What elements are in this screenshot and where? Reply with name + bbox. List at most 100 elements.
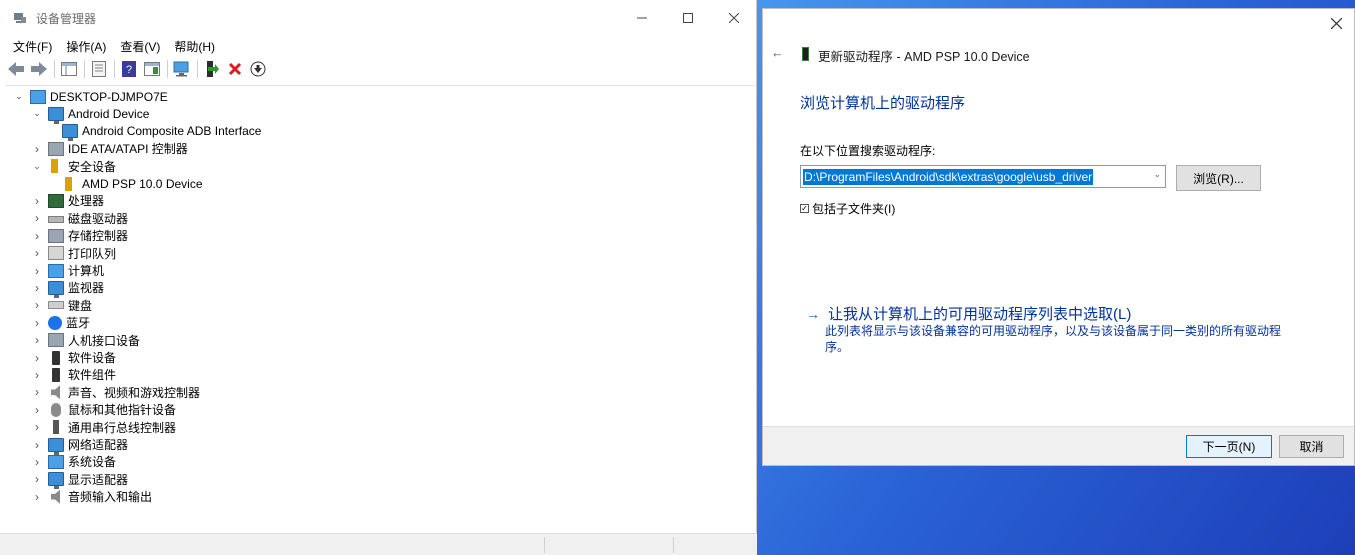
include-subfolders-option[interactable]: ✓ 包括子文件夹(I) xyxy=(800,200,895,217)
chevron-right-icon[interactable]: › xyxy=(32,211,42,225)
tree-item-label[interactable]: 软件组件 xyxy=(68,366,116,383)
chevron-right-icon[interactable]: › xyxy=(32,229,42,243)
tree-item-label[interactable]: 磁盘驱动器 xyxy=(68,210,128,227)
tree-item[interactable]: › 磁盘驱动器 xyxy=(32,210,128,227)
tree-item[interactable]: › 音频输入和输出 xyxy=(32,488,152,505)
tree-item-label[interactable]: 计算机 xyxy=(68,262,104,279)
chevron-right-icon[interactable]: › xyxy=(32,420,42,434)
tree-item-label[interactable]: IDE ATA/ATAPI 控制器 xyxy=(68,140,188,157)
tree-item-label[interactable]: 显示适配器 xyxy=(68,471,128,488)
tree-item[interactable]: › 蓝牙 xyxy=(32,314,90,331)
tree-item-label[interactable]: DESKTOP-DJMPO7E xyxy=(50,90,168,104)
pick-from-list-label[interactable]: 让我从计算机上的可用驱动程序列表中选取(L) xyxy=(828,303,1131,324)
maximize-button[interactable] xyxy=(665,0,711,36)
menu-action[interactable]: 操作(A) xyxy=(59,38,113,55)
action-pane-button[interactable] xyxy=(142,59,162,79)
tree-item[interactable]: › 处理器 xyxy=(32,192,104,209)
uninstall-device-icon[interactable] xyxy=(225,59,245,79)
tree-item-label[interactable]: 人机接口设备 xyxy=(68,332,140,349)
browse-button[interactable]: 浏览(R)... xyxy=(1176,165,1261,191)
tree-item-label[interactable]: 监视器 xyxy=(68,279,104,296)
tree-item[interactable]: › 打印队列 xyxy=(32,245,116,262)
pick-from-list-link[interactable]: → 让我从计算机上的可用驱动程序列表中选取(L) xyxy=(806,303,1131,324)
tree-item-label[interactable]: 打印队列 xyxy=(68,245,116,262)
tree-item[interactable]: › 人机接口设备 xyxy=(32,332,140,349)
tree-item[interactable]: ⌄ DESKTOP-DJMPO7E xyxy=(14,88,168,105)
chevron-right-icon[interactable]: › xyxy=(32,298,42,312)
tree-item[interactable]: › 计算机 xyxy=(32,262,104,279)
back-button[interactable] xyxy=(6,59,26,79)
tree-item-label[interactable]: 存储控制器 xyxy=(68,227,128,244)
tree-item[interactable]: › IDE ATA/ATAPI 控制器 xyxy=(32,140,188,157)
tree-item[interactable]: › 监视器 xyxy=(32,279,104,298)
menu-view[interactable]: 查看(V) xyxy=(113,38,167,55)
chevron-right-icon[interactable]: › xyxy=(32,142,42,156)
back-arrow-icon[interactable]: ← xyxy=(771,45,784,60)
tree-item[interactable]: › 软件组件 xyxy=(32,366,116,383)
dialog-close-button[interactable] xyxy=(1324,11,1348,35)
tree-item-label[interactable]: 音频输入和输出 xyxy=(68,488,152,505)
tree-item-label[interactable]: 软件设备 xyxy=(68,349,116,366)
tree-item-label[interactable]: 处理器 xyxy=(68,192,104,209)
tree-item[interactable]: AMD PSP 10.0 Device xyxy=(62,175,203,192)
chevron-right-icon[interactable]: › xyxy=(32,490,42,504)
close-button[interactable] xyxy=(711,0,757,36)
chevron-right-icon[interactable]: › xyxy=(32,316,42,330)
update-driver-icon[interactable] xyxy=(202,59,222,79)
include-subfolders-checkbox[interactable]: ✓ xyxy=(800,204,809,213)
tree-item[interactable]: › 鼠标和其他指针设备 xyxy=(32,401,176,418)
tree-item-label[interactable]: 通用串行总线控制器 xyxy=(68,419,176,436)
tree-item-label[interactable]: 蓝牙 xyxy=(66,314,90,331)
chevron-right-icon[interactable]: › xyxy=(32,403,42,417)
tree-item[interactable]: › 存储控制器 xyxy=(32,227,128,244)
chevron-right-icon[interactable]: › xyxy=(32,333,42,347)
tree-item[interactable]: › 网络适配器 xyxy=(32,436,128,455)
tree-item-label[interactable]: 键盘 xyxy=(68,297,92,314)
chevron-right-icon[interactable]: › xyxy=(32,264,42,278)
driver-path-value[interactable]: D:\ProgramFiles\Android\sdk\extras\googl… xyxy=(803,168,1094,185)
forward-button[interactable] xyxy=(29,59,49,79)
tree-item[interactable]: › 声音、视频和游戏控制器 xyxy=(32,384,200,401)
cancel-button[interactable]: 取消 xyxy=(1279,435,1344,458)
tree-item[interactable]: › 键盘 xyxy=(32,297,92,314)
tree-item[interactable]: Android Composite ADB Interface xyxy=(62,123,261,142)
chevron-right-icon[interactable]: › xyxy=(32,246,42,260)
tree-item-label[interactable]: 鼠标和其他指针设备 xyxy=(68,401,176,418)
show-hide-console-tree-button[interactable] xyxy=(59,59,79,79)
chevron-right-icon[interactable]: › xyxy=(32,455,42,469)
tree-item-label[interactable]: AMD PSP 10.0 Device xyxy=(82,177,203,191)
title-bar[interactable]: 设备管理器 xyxy=(0,0,757,36)
chevron-down-icon[interactable]: ⌄ xyxy=(32,108,42,119)
chevron-right-icon[interactable]: › xyxy=(32,351,42,365)
menu-file[interactable]: 文件(F) xyxy=(6,38,59,55)
tree-item-label[interactable]: 系统设备 xyxy=(68,453,116,470)
tree-item[interactable]: › 系统设备 xyxy=(32,453,116,470)
tree-item-label[interactable]: 安全设备 xyxy=(68,158,116,175)
chevron-right-icon[interactable]: › xyxy=(32,472,42,486)
scan-hardware-icon[interactable] xyxy=(172,59,192,79)
help-icon[interactable]: ? xyxy=(119,59,139,79)
chevron-right-icon[interactable]: › xyxy=(32,281,42,295)
tree-item-label[interactable]: Android Composite ADB Interface xyxy=(82,124,261,138)
tree-item[interactable]: ⌄ 安全设备 xyxy=(32,158,116,175)
chevron-right-icon[interactable]: › xyxy=(32,385,42,399)
chevron-down-icon[interactable]: ⌄ xyxy=(32,161,42,172)
tree-item[interactable]: › 软件设备 xyxy=(32,349,116,366)
tree-item[interactable]: › 显示适配器 xyxy=(32,471,128,490)
tree-item-label[interactable]: 网络适配器 xyxy=(68,436,128,453)
chevron-right-icon[interactable]: › xyxy=(32,194,42,208)
chevron-right-icon[interactable]: › xyxy=(32,438,42,452)
tree-item[interactable]: ⌄ Android Device xyxy=(32,105,149,124)
include-subfolders-label[interactable]: 包括子文件夹(I) xyxy=(812,200,895,217)
tree-item[interactable]: › 通用串行总线控制器 xyxy=(32,419,176,436)
driver-path-combobox[interactable]: D:\ProgramFiles\Android\sdk\extras\googl… xyxy=(800,165,1166,188)
chevron-down-icon[interactable]: ⌄ xyxy=(1153,169,1161,180)
chevron-right-icon[interactable]: › xyxy=(32,368,42,382)
minimize-button[interactable] xyxy=(619,0,665,36)
menu-help[interactable]: 帮助(H) xyxy=(167,38,222,55)
tree-item-label[interactable]: Android Device xyxy=(68,107,149,121)
properties-button[interactable] xyxy=(89,59,109,79)
tree-item-label[interactable]: 声音、视频和游戏控制器 xyxy=(68,384,200,401)
next-button[interactable]: 下一页(N) xyxy=(1186,435,1272,458)
disable-device-icon[interactable] xyxy=(248,59,268,79)
